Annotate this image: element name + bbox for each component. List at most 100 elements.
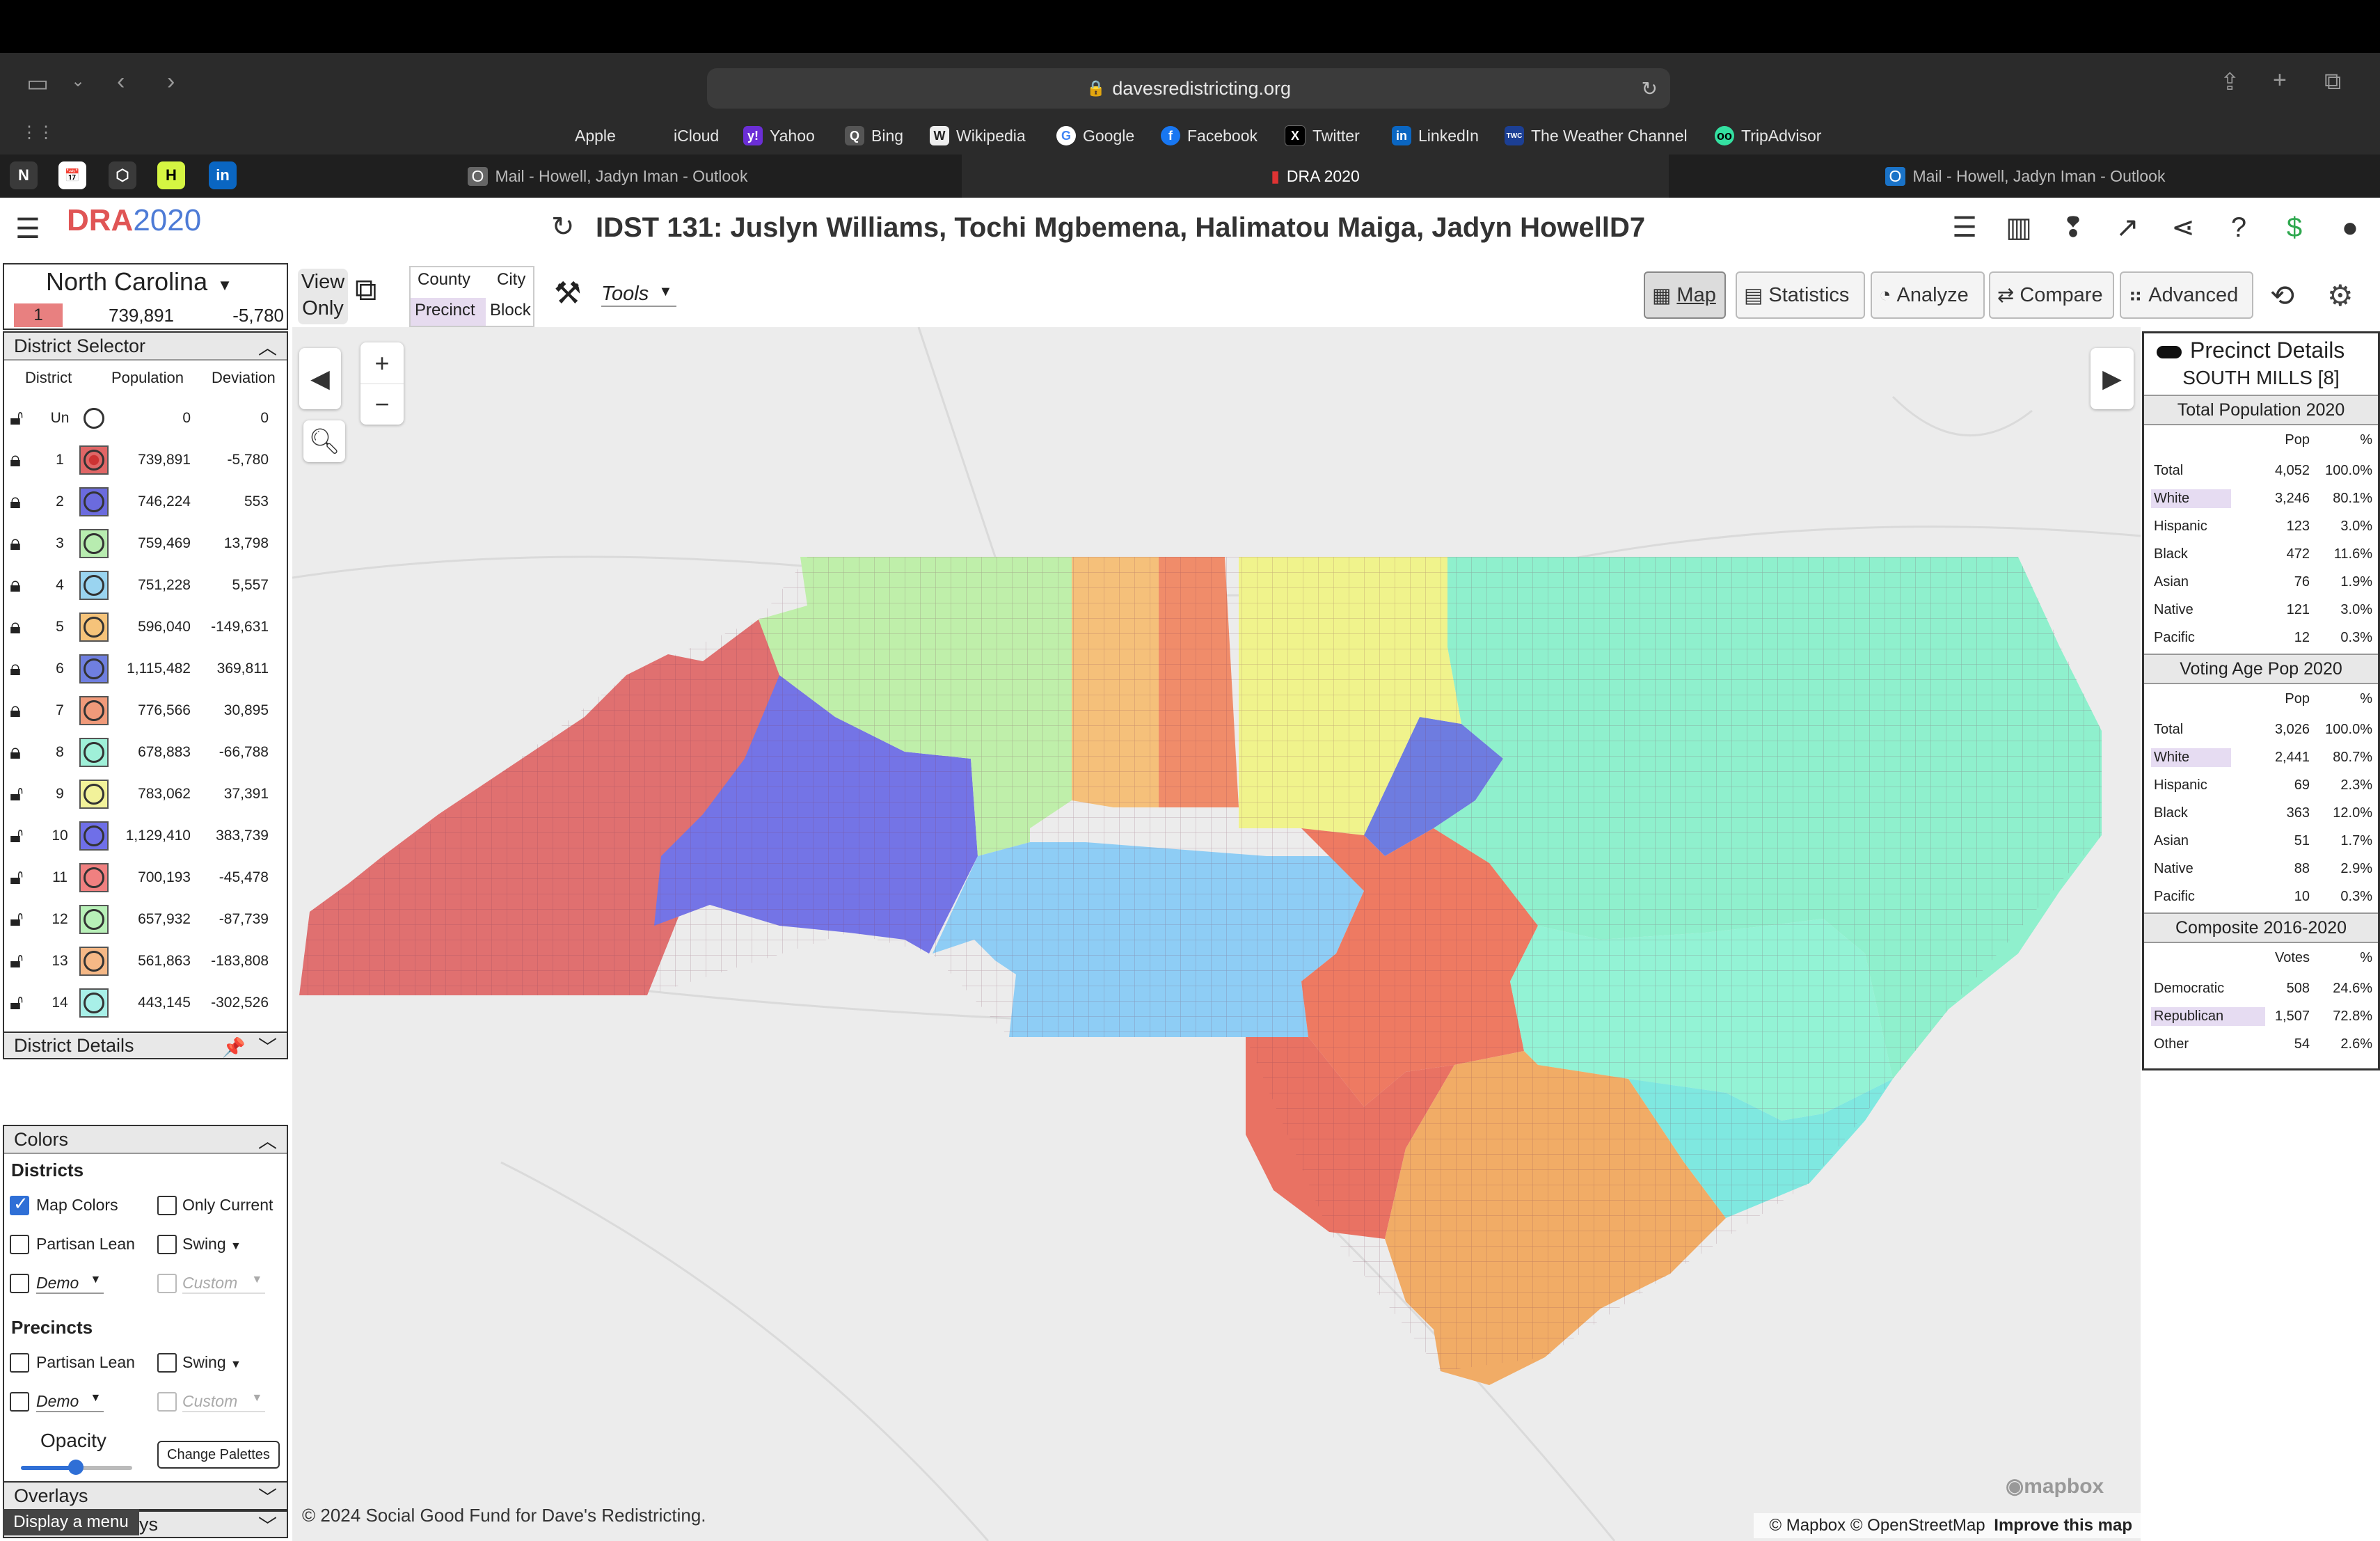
district-row[interactable]: 🔓︎ 9 783,062 37,391	[3, 774, 288, 814]
pinned-tab-linkedin[interactable]: in	[209, 161, 237, 189]
lock-closed-icon[interactable]: 🔒︎	[10, 532, 21, 555]
favorite-weather-channel[interactable]: TWC The Weather Channel	[1505, 123, 1688, 149]
map-area[interactable]	[292, 327, 2141, 1541]
attribution-text[interactable]: © Mapbox © OpenStreetMap	[1769, 1516, 1985, 1535]
chevron-down-icon[interactable]: ⌄	[71, 71, 85, 91]
analyze-mode-button[interactable]: ◔ Analyze	[1871, 271, 1985, 319]
district-color-swatch[interactable]	[79, 780, 109, 809]
county-option[interactable]: County	[418, 270, 470, 290]
tab-dra-2020[interactable]: ▮ DRA 2020	[962, 155, 1669, 198]
list-icon[interactable]: ☰	[1946, 209, 1983, 246]
precinct-custom-dropdown[interactable]: Custom ▼	[182, 1392, 266, 1412]
district-selector-header[interactable]: District Selector ︿	[4, 333, 287, 361]
district-row[interactable]: 🔓︎ 13 561,863 -183,808	[3, 941, 288, 981]
share-icon[interactable]: ⋖	[2164, 209, 2202, 246]
precinct-swing-dropdown[interactable]: Swing ▼	[182, 1353, 241, 1372]
account-icon[interactable]: ●	[2331, 209, 2369, 246]
lock-closed-icon[interactable]: 🔒︎	[10, 448, 21, 472]
donate-icon[interactable]: $	[2276, 209, 2313, 246]
district-color-swatch[interactable]	[79, 905, 109, 934]
lock-open-icon[interactable]: 🔓︎	[10, 991, 23, 1015]
district-details-panel[interactable]: District Details 📌 ﹀	[3, 1032, 288, 1059]
settings-gear-icon[interactable]: ⚙	[2327, 278, 2354, 313]
address-bar[interactable]: 🔒 davesredistricting.org ↻	[707, 68, 1670, 109]
district-color-swatch[interactable]	[79, 613, 109, 642]
back-icon[interactable]: ‹	[117, 68, 125, 95]
favorite-linkedin[interactable]: in LinkedIn	[1392, 123, 1479, 149]
library-icon[interactable]: ▥	[2000, 209, 2038, 246]
precinct-partisan-lean-checkbox[interactable]	[10, 1353, 29, 1373]
favorite-twitter[interactable]: X Twitter	[1285, 123, 1360, 149]
lock-closed-icon[interactable]: 🔒︎	[10, 657, 21, 681]
lock-closed-icon[interactable]: 🔒︎	[10, 574, 21, 597]
block-option[interactable]: Block	[490, 301, 531, 320]
district-row[interactable]: 🔒︎ 6 1,115,482 369,811	[3, 649, 288, 689]
district-color-swatch[interactable]	[79, 487, 109, 516]
lock-closed-icon[interactable]: 🔒︎	[10, 615, 21, 639]
district-color-swatch[interactable]	[79, 445, 109, 475]
district-partisan-lean-checkbox[interactable]	[10, 1235, 29, 1254]
zoom-search-button[interactable]: 🔍︎	[303, 420, 345, 462]
pinned-tab-notion[interactable]: N	[10, 161, 38, 189]
hamburger-menu-icon[interactable]: ☰	[15, 213, 40, 245]
favorite-icloud[interactable]: iCloud	[647, 123, 719, 149]
grid-icon[interactable]: ⋮⋮	[21, 123, 54, 143]
precinct-demo-checkbox[interactable]	[10, 1392, 29, 1412]
lock-closed-icon[interactable]: 🔒︎	[10, 490, 21, 514]
pan-right-button[interactable]: ▶	[2091, 348, 2134, 409]
lock-open-icon[interactable]: 🔓︎	[10, 866, 23, 890]
district-row[interactable]: 🔓︎ 10 1,129,410 383,739	[3, 816, 288, 856]
only-current-checkbox[interactable]	[157, 1196, 177, 1215]
district-color-swatch[interactable]	[79, 988, 109, 1018]
state-selector[interactable]: North Carolina ▼	[46, 267, 232, 297]
district-row[interactable]: 🔒︎ 4 751,228 5,557	[3, 565, 288, 606]
open-external-icon[interactable]: ↗	[2109, 209, 2146, 246]
statistics-mode-button[interactable]: ▤ Statistics	[1736, 271, 1865, 319]
district-swing-checkbox[interactable]	[157, 1235, 177, 1254]
district-custom-dropdown[interactable]: Custom ▼	[182, 1274, 266, 1294]
district-row[interactable]: 🔒︎ 5 596,040 -149,631	[3, 607, 288, 647]
district-row[interactable]: 🔓︎ 14 443,145 -302,526	[3, 983, 288, 1023]
map-colors-checkbox[interactable]	[10, 1193, 29, 1215]
district-row[interactable]: 🔒︎ 2 746,224 553	[3, 482, 288, 522]
district-row[interactable]: 🔒︎ 3 759,469 13,798	[3, 523, 288, 564]
district-row[interactable]: 🔒︎ 7 776,566 30,895	[3, 690, 288, 731]
opacity-slider-thumb[interactable]	[68, 1460, 84, 1475]
tools-icon[interactable]: ⚒	[554, 276, 581, 311]
district-color-swatch[interactable]	[79, 738, 109, 767]
favorite-google[interactable]: G Google	[1056, 123, 1134, 149]
district-demo-checkbox[interactable]	[10, 1274, 29, 1293]
pan-left-button[interactable]: ◀	[299, 348, 341, 409]
pin-icon[interactable]: 📌	[222, 1037, 246, 1058]
history-icon[interactable]: ⟲	[2270, 278, 2294, 313]
lock-closed-icon[interactable]: 🔒︎	[10, 699, 21, 722]
district-swing-dropdown[interactable]: Swing ▼	[182, 1235, 241, 1254]
district-color-swatch[interactable]	[79, 696, 109, 725]
district-row[interactable]: 🔓︎ 12 657,932 -87,739	[3, 899, 288, 940]
district-color-swatch[interactable]	[79, 404, 109, 433]
tab-outlook-1[interactable]: O Mail - Howell, Jadyn Iman - Outlook	[255, 155, 960, 198]
district-color-swatch[interactable]	[79, 821, 109, 851]
lock-open-icon[interactable]: 🔓︎	[10, 782, 23, 806]
precinct-option[interactable]: Precinct	[415, 301, 475, 320]
favorite-bing[interactable]: Q Bing	[845, 123, 903, 149]
zoom-in-button[interactable]: +	[360, 343, 404, 384]
district-color-swatch[interactable]	[79, 947, 109, 976]
change-palettes-button[interactable]: Change Palettes	[157, 1441, 280, 1469]
sidebar-toggle-icon[interactable]: ▭	[26, 70, 49, 97]
lock-open-icon[interactable]: 🔓︎	[10, 824, 23, 848]
map-canvas[interactable]	[292, 327, 2141, 1541]
precinct-swing-checkbox[interactable]	[157, 1353, 177, 1373]
district-color-swatch[interactable]	[79, 654, 109, 683]
pinned-tab-calendar[interactable]: 📅	[58, 161, 86, 189]
dra-logo[interactable]: DRA2020	[67, 203, 201, 238]
favorite-apple[interactable]: Apple	[548, 123, 616, 149]
colors-header[interactable]: Colors ︿	[4, 1126, 287, 1154]
favorite-wikipedia[interactable]: W Wikipedia	[930, 123, 1026, 149]
city-option[interactable]: City	[497, 270, 525, 290]
overlays-panel[interactable]: Overlays ﹀	[3, 1481, 288, 1510]
copy-icon[interactable]: ⧉	[355, 273, 376, 308]
precinct-demo-dropdown[interactable]: Demo ▼	[36, 1392, 104, 1412]
district-row[interactable]: 🔒︎ 8 678,883 -66,788	[3, 732, 288, 773]
tab-outlook-2[interactable]: O Mail - Howell, Jadyn Iman - Outlook	[1670, 155, 2380, 198]
